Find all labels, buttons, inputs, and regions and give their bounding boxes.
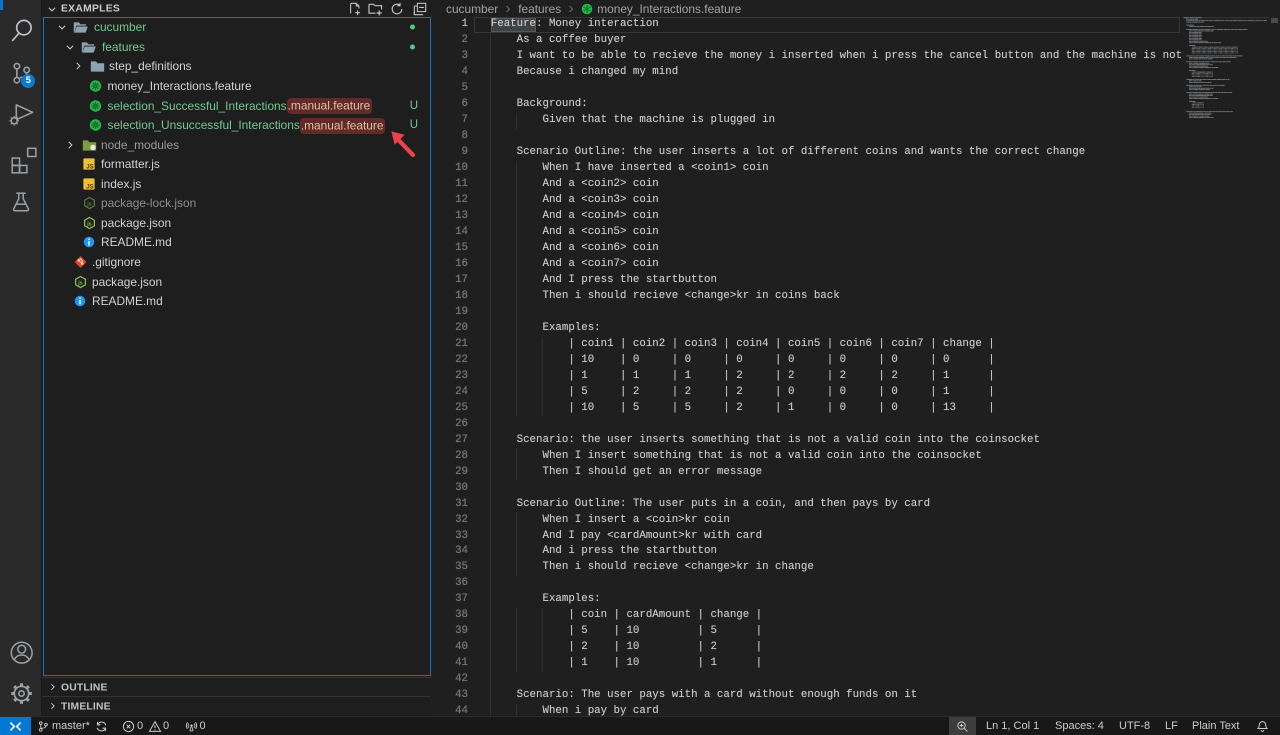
svg-text:JS: JS <box>86 165 93 170</box>
svg-text:js: js <box>77 280 82 286</box>
svg-text:js: js <box>86 202 91 208</box>
svg-text:js: js <box>86 221 91 227</box>
svg-text:JS: JS <box>86 184 93 189</box>
